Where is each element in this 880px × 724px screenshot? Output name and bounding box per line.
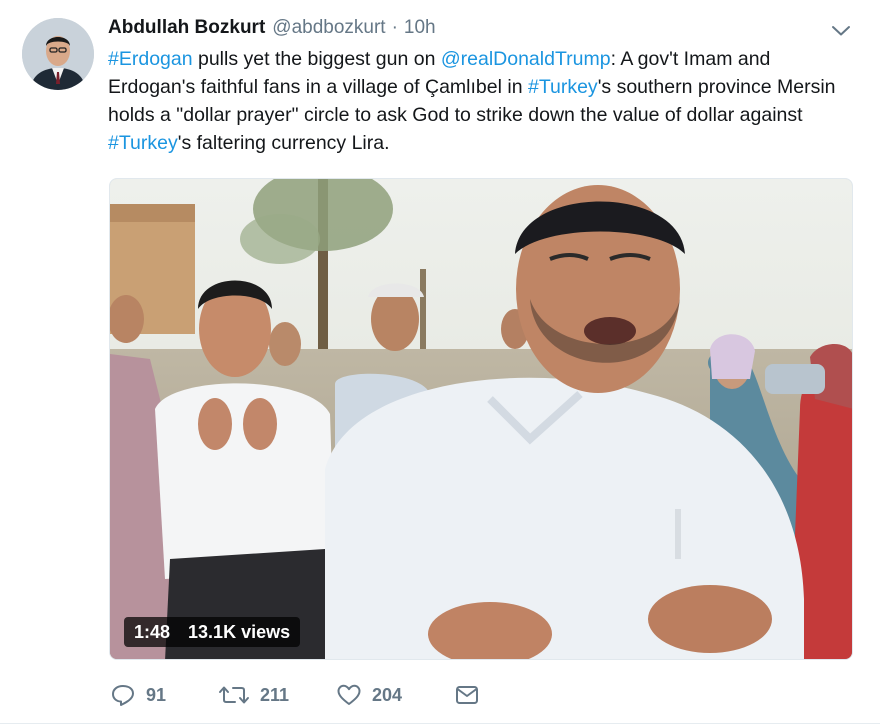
- like-button[interactable]: 204: [336, 683, 454, 707]
- mention-realdonaldtrump[interactable]: @realDonaldTrump: [441, 48, 611, 70]
- chevron-down-icon[interactable]: [830, 22, 852, 40]
- tweet-timestamp[interactable]: 10h: [404, 17, 436, 39]
- author-handle[interactable]: @abdbozkurt: [272, 17, 385, 39]
- video-info-badge: 1:48 13.1K views: [124, 617, 301, 647]
- video-thumbnail: [110, 179, 852, 659]
- author-avatar[interactable]: [22, 18, 94, 90]
- video-views: 13.1K views: [188, 621, 291, 642]
- hashtag-turkey[interactable]: #Turkey: [528, 76, 598, 98]
- hashtag-turkey[interactable]: #Turkey: [108, 132, 178, 154]
- tweet-actions: 91 211 204: [110, 680, 480, 710]
- retweet-button[interactable]: 211: [218, 683, 336, 707]
- reply-icon: [110, 683, 136, 707]
- video-player[interactable]: 1:48 13.1K views: [109, 178, 853, 660]
- header-separator: ·: [391, 17, 398, 38]
- like-count: 204: [372, 684, 403, 705]
- heart-icon: [336, 683, 362, 707]
- reply-button[interactable]: 91: [110, 683, 218, 707]
- hashtag-erdogan[interactable]: #Erdogan: [108, 48, 193, 70]
- tweet-text-part: 's faltering currency Lira.: [177, 132, 390, 154]
- reply-count: 91: [146, 684, 167, 705]
- tweet-text-part: pulls yet the biggest gun on: [192, 48, 441, 70]
- direct-message-button[interactable]: [454, 683, 480, 707]
- envelope-icon: [454, 683, 480, 707]
- retweet-icon: [218, 683, 250, 707]
- author-name[interactable]: Abdullah Bozkurt: [108, 17, 265, 39]
- retweet-count: 211: [260, 684, 290, 705]
- tweet-header: Abdullah Bozkurt @abdbozkurt · 10h: [108, 17, 436, 45]
- tweet-card[interactable]: Abdullah Bozkurt @abdbozkurt · 10h #Erdo…: [0, 0, 880, 724]
- video-duration: 1:48: [134, 621, 171, 642]
- tweet-text: #Erdogan pulls yet the biggest gun on @r…: [108, 45, 858, 157]
